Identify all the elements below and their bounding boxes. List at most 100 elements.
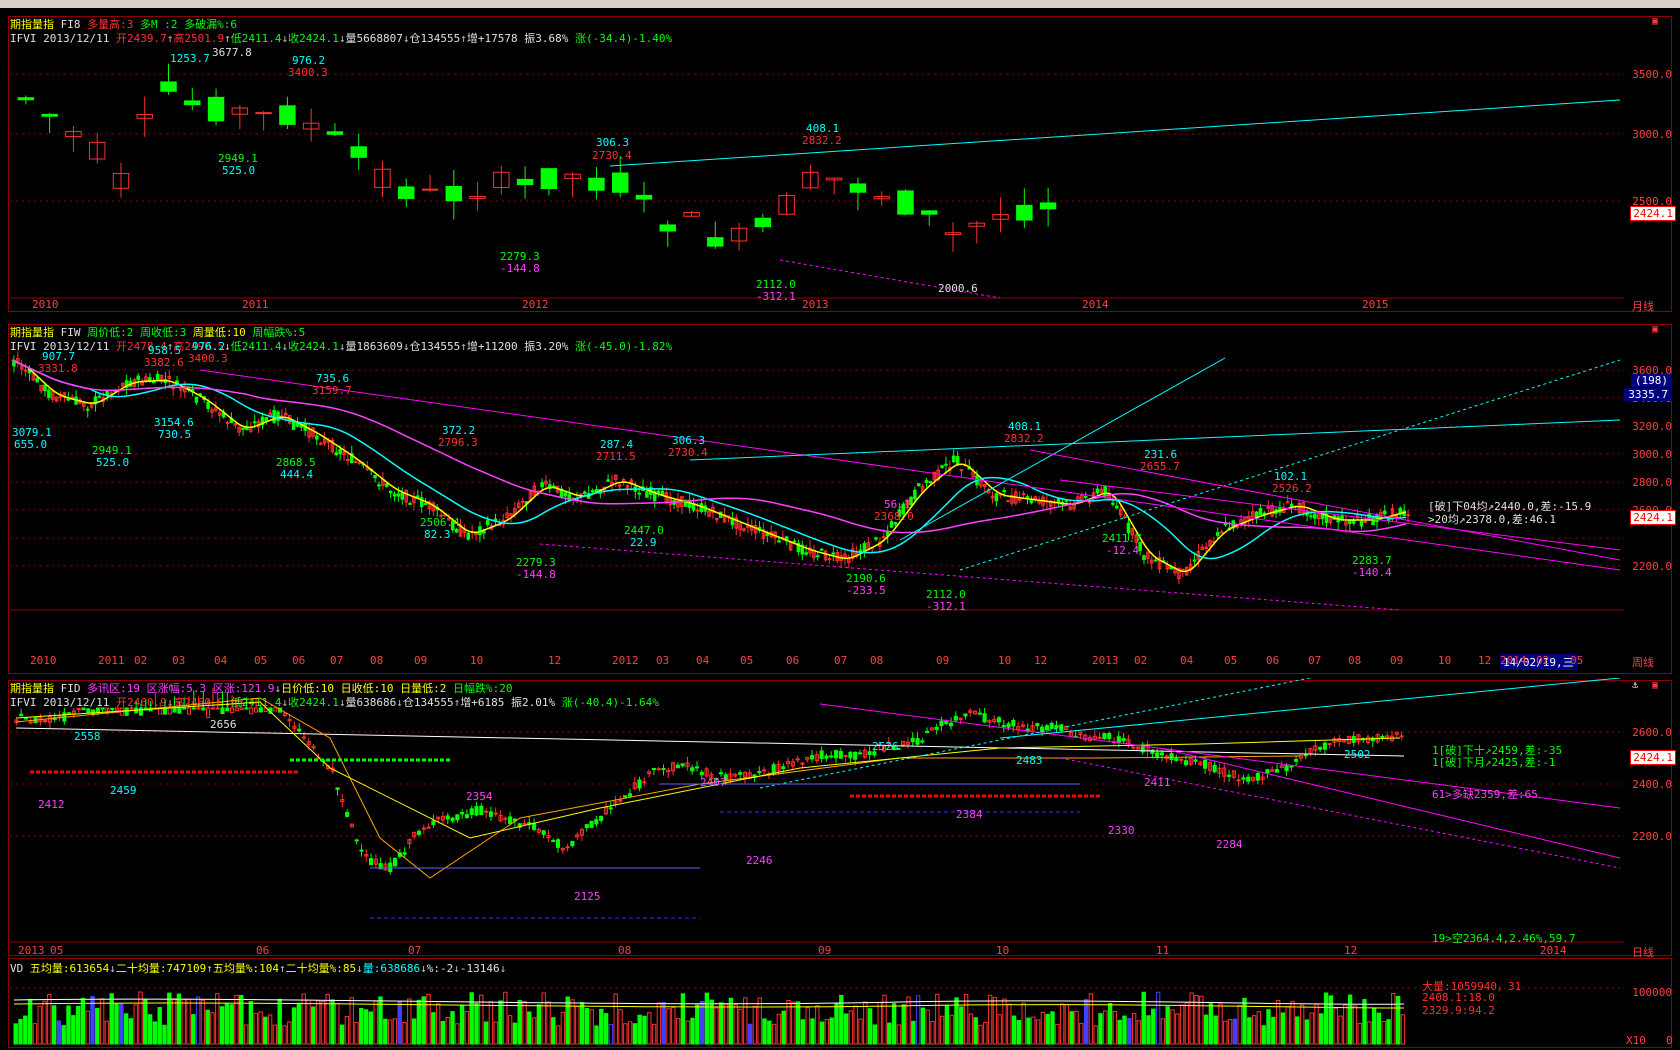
peak-label: 3677.8 — [212, 46, 252, 59]
volume-bar — [853, 1005, 858, 1045]
monthly-candle — [326, 131, 344, 135]
volume-bar — [229, 1004, 234, 1045]
peak-label: 2832.2 — [802, 134, 842, 147]
volume-bar — [810, 1018, 815, 1045]
weekly-xlabel: 05 — [1570, 654, 1584, 667]
volume-bar — [978, 1024, 983, 1045]
volume-bar — [37, 1005, 42, 1045]
volume-bar — [915, 995, 921, 1045]
daily-candle — [1318, 746, 1323, 750]
volume-bar — [191, 1014, 196, 1045]
volume-bar — [1309, 1012, 1314, 1045]
daily-annotation: 2526 — [872, 740, 899, 753]
weekly-candle — [617, 484, 622, 487]
daily-candle — [249, 707, 254, 715]
daily-candle — [1179, 758, 1184, 761]
weekly-period-label[interactable]: 周线 — [1632, 654, 1654, 670]
weekly-candle — [583, 491, 587, 494]
daily-candle — [915, 738, 920, 745]
volume-bar — [973, 1017, 978, 1045]
volume-bar — [771, 1023, 777, 1045]
volume-bar — [1189, 992, 1194, 1045]
volume-bar — [450, 1011, 455, 1045]
monthly-xlabel: 2015 — [1362, 298, 1389, 311]
volume-bar — [128, 1018, 134, 1045]
volume-bar — [584, 1007, 590, 1045]
daily-candle — [651, 767, 656, 770]
volume-bar — [704, 992, 710, 1045]
weekly-xlabel: 2012 — [612, 654, 639, 667]
weekly-ytick: 3000.0 — [1632, 448, 1672, 461]
monthly-candle — [588, 177, 605, 191]
daily-candle — [675, 764, 680, 769]
volume-bar — [896, 1024, 902, 1045]
weekly-chart-panel[interactable]: 期指量指 FIW 周价低:2 周收低:3 周量低:10 周幅跌%:5 IFVI … — [0, 320, 1680, 676]
daily-candle — [402, 852, 407, 855]
daily-candle — [488, 811, 493, 817]
monthly-chart-panel[interactable]: 期指量指 FI8 多量高:3 多M :2 多破漏%:6 IFVI 2013/12… — [0, 8, 1680, 316]
daily-candle — [551, 840, 556, 843]
daily-candle — [508, 816, 513, 824]
daily-candle — [824, 755, 829, 759]
volume-bar — [1151, 1008, 1156, 1045]
volume-bar — [287, 1021, 292, 1045]
daily-candle — [690, 767, 695, 772]
weekly-candle — [1375, 514, 1379, 523]
volume-bar — [239, 994, 244, 1045]
weekly-candle — [47, 389, 51, 398]
daily-candle — [642, 781, 647, 784]
volume-bar — [104, 1020, 110, 1045]
volume-scale: X10 — [1626, 1034, 1646, 1047]
daily-annotation: 2407 — [700, 776, 727, 789]
daily-candle — [618, 799, 623, 802]
volume-bar — [1083, 999, 1089, 1045]
weekly-candle — [1025, 496, 1030, 499]
daily-candle — [460, 811, 465, 815]
volume-bar — [939, 1015, 945, 1045]
volume-bar — [1400, 1014, 1406, 1045]
weekly-xlabel: 07 — [330, 654, 344, 667]
weekly-candle — [416, 495, 420, 498]
daily-annotation: 2125 — [574, 890, 601, 903]
daily-candle — [455, 814, 460, 821]
weekly-candle — [777, 540, 781, 543]
volume-bar — [1141, 991, 1146, 1045]
monthly-candle — [897, 190, 914, 215]
volume-bar — [1055, 1023, 1060, 1045]
weekly-candle — [1111, 502, 1115, 505]
volume-bar — [637, 1014, 642, 1045]
daily-candle — [479, 805, 484, 816]
monthly-candle — [350, 146, 367, 158]
volume-panel[interactable]: VD 五均量:613654↓二十均量:747109↑五均量%:104↑二十均量%… — [0, 958, 1680, 1050]
daily-candle — [1212, 764, 1217, 773]
volume-bar — [1223, 1020, 1228, 1045]
weekly-candle — [396, 493, 401, 497]
volume-bar — [959, 1006, 964, 1045]
volume-bar — [949, 1014, 954, 1045]
weekly-candle — [23, 369, 28, 372]
daily-candle — [944, 720, 949, 724]
daily-candle — [1035, 722, 1040, 727]
volume-bar — [359, 1008, 364, 1045]
daily-candle — [541, 830, 546, 835]
volume-bar — [632, 1023, 638, 1045]
daily-chart-panel[interactable]: 期指量指 FID 多讯区:19 区涨幅:5.3 区涨:121.9↓日价低:10 … — [0, 678, 1680, 959]
volume-bar — [181, 998, 186, 1045]
monthly-period-label[interactable]: 月线 — [1632, 298, 1654, 314]
weekly-candle — [1006, 500, 1010, 503]
volume-bar — [743, 997, 748, 1045]
weekly-annotation: 2526.2 — [1272, 482, 1312, 495]
volume-bar — [1136, 1020, 1142, 1045]
weekly-badge: 3335.7 — [1624, 388, 1672, 401]
volume-bar — [119, 1003, 124, 1045]
trend-line — [1059, 757, 1621, 869]
volume-bar — [719, 1002, 724, 1045]
weekly-candle — [1289, 503, 1294, 507]
weekly-annotation: 444.4 — [280, 468, 314, 481]
volume-bar — [661, 1002, 666, 1045]
daily-candle — [474, 806, 479, 816]
daily-candle — [167, 707, 172, 715]
volume-bar — [690, 1017, 695, 1045]
daily-candle — [661, 767, 666, 770]
daily-candle — [493, 812, 498, 815]
